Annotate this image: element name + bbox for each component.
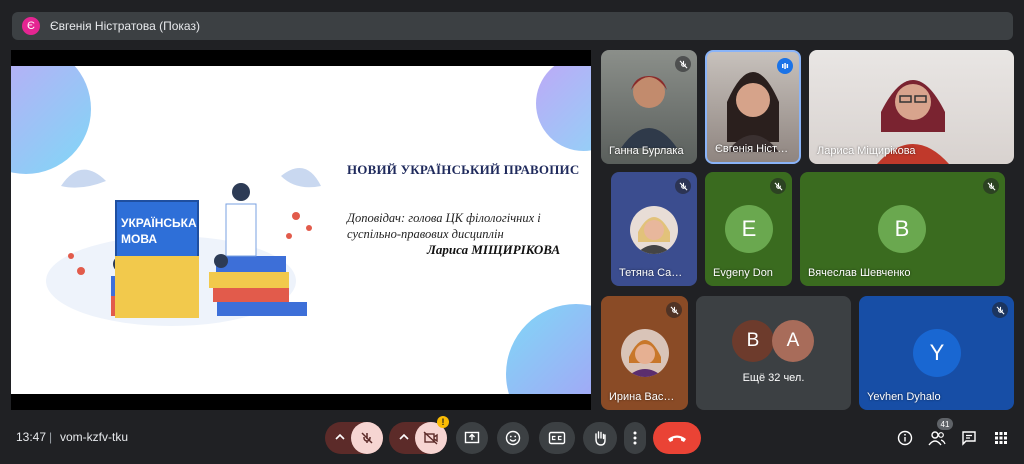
participant-letter-avatar: Y <box>913 329 961 377</box>
warning-icon: ! <box>437 416 449 428</box>
participant-tile[interactable]: Лариса Міщирікова <box>809 50 1014 164</box>
slide-title: НОВИЙ УКРАЇНСЬКИЙ ПРАВОПИС <box>347 162 580 177</box>
apps-grid-icon <box>995 432 1007 444</box>
mic-off-icon <box>675 178 691 194</box>
chat-button[interactable] <box>959 428 979 448</box>
meeting-code: vom-kzfv-tku <box>60 430 129 444</box>
slide-speaker: Лариса МІЩИРІКОВА <box>427 242 561 257</box>
presenter-title: Євгенія Ністратова (Показ) <box>50 19 200 33</box>
slide-subtitle: Доповідач: голова ЦК філологічних і сусп… <box>347 211 541 241</box>
leave-call-button[interactable] <box>653 422 701 454</box>
people-icon <box>928 431 946 446</box>
presentation-slide: УКРАЇНСЬКА МОВА НОВИЙ УКРАЇНСЬКИЙ ПРАВОП… <box>11 66 591 394</box>
more-options-button[interactable] <box>624 422 646 454</box>
participant-tile[interactable]: Y Yevhen Dyhalo <box>859 296 1014 410</box>
participant-name: Вячеслав Шевченко <box>808 267 911 279</box>
separator: | <box>49 430 53 444</box>
presenter-avatar: Є <box>22 17 40 35</box>
camera-options-chevron-icon[interactable] <box>397 430 411 449</box>
participant-letter-avatar: A <box>772 320 814 362</box>
mic-off-icon <box>992 302 1008 318</box>
participant-name: Тетяна Са… <box>619 267 683 279</box>
presenting-banner: Є Євгенія Ністратова (Показ) <box>12 12 1013 40</box>
more-participants-label: Ещё 32 чел. <box>742 372 805 384</box>
mic-off-icon <box>361 432 373 444</box>
participant-name: Yevhen Dyhalo <box>867 391 941 403</box>
raise-hand-icon <box>595 431 606 446</box>
chat-icon <box>962 431 976 446</box>
people-count-badge: 41 <box>937 418 953 430</box>
participant-video <box>727 72 779 152</box>
captions-icon <box>548 431 566 445</box>
present-screen-icon <box>464 431 480 444</box>
decor-blob-topright <box>536 66 591 151</box>
participant-tile[interactable]: В Вячеслав Шевченко <box>800 172 1005 286</box>
mic-off-icon <box>666 302 682 318</box>
participant-tile[interactable]: Ганна Бурлака <box>601 50 697 164</box>
participant-tile[interactable]: Ирина Вас… <box>601 296 688 410</box>
present-screen-button[interactable] <box>456 422 488 454</box>
decor-blob-bottomright <box>506 304 591 394</box>
participant-name: Євгенія Ніст… <box>715 143 789 155</box>
participant-tile[interactable]: E Evgeny Don <box>705 172 792 286</box>
captions-button[interactable] <box>539 422 575 454</box>
people-button[interactable] <box>927 428 947 448</box>
book-title-line2: МОВА <box>121 232 158 246</box>
reactions-button[interactable] <box>497 422 529 454</box>
participant-name: Evgeny Don <box>713 267 773 279</box>
speaking-indicator-icon <box>777 58 793 74</box>
more-vertical-icon <box>633 431 637 445</box>
mic-off-button[interactable] <box>351 422 383 454</box>
raise-hand-button[interactable] <box>583 422 617 454</box>
mic-control-group <box>325 422 383 454</box>
participant-letter-avatar: E <box>725 205 773 253</box>
participant-letter-avatar: В <box>878 205 926 253</box>
end-call-icon <box>668 435 686 442</box>
activities-button[interactable] <box>991 428 1011 448</box>
mic-off-icon <box>675 56 691 72</box>
emoji-icon <box>505 430 521 446</box>
camera-control-group: ! <box>389 416 449 454</box>
mic-options-chevron-icon[interactable] <box>333 430 347 449</box>
mic-off-icon <box>770 178 786 194</box>
participant-tile[interactable]: Тетяна Са… <box>611 172 697 286</box>
shared-screen[interactable]: УКРАЇНСЬКА МОВА НОВИЙ УКРАЇНСЬКИЙ ПРАВОП… <box>11 50 591 410</box>
info-icon <box>897 430 913 446</box>
more-participants-tile[interactable]: В A Ещё 32 чел. <box>696 296 851 410</box>
participant-name: Ганна Бурлака <box>609 145 684 157</box>
participant-name: Лариса Міщирікова <box>817 145 916 157</box>
participant-photo-avatar <box>630 206 678 254</box>
book-title-line1: УКРАЇНСЬКА <box>121 216 197 230</box>
meeting-details-button[interactable] <box>895 428 915 448</box>
clock: 13:47 <box>16 430 47 444</box>
participant-name: Ирина Вас… <box>609 391 675 403</box>
participant-letter-avatar: В <box>732 320 774 362</box>
book-cover-strip <box>115 256 199 318</box>
camera-off-icon <box>423 431 438 445</box>
participant-photo-avatar <box>621 329 669 377</box>
mic-off-icon <box>983 178 999 194</box>
participant-video <box>621 76 677 148</box>
meeting-controls-bar: 13:47 | vom-kzfv-tku ! 41 <box>0 416 1024 464</box>
participant-tile-active-speaker[interactable]: Євгенія Ніст… <box>705 50 801 164</box>
